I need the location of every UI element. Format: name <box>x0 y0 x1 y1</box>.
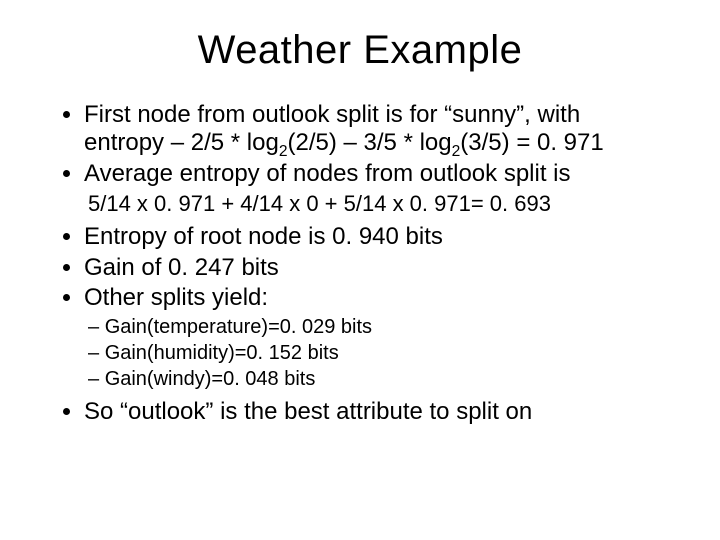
bullet-2: Average entropy of nodes from outlook sp… <box>84 160 660 188</box>
bullet-1-text-b: (2/5) – 3/5 * log <box>288 129 452 156</box>
bullet-4: Gain of 0. 247 bits <box>84 254 660 282</box>
bullet-list: First node from outlook split is for “su… <box>60 101 660 188</box>
bullet-3: Entropy of root node is 0. 940 bits <box>84 223 660 251</box>
bullet-6: So “outlook” is the best attribute to sp… <box>84 398 660 426</box>
sub-bullet-1: Gain(temperature)=0. 029 bits <box>88 314 660 340</box>
sub-bullet-list: Gain(temperature)=0. 029 bits Gain(humid… <box>88 314 660 392</box>
sub-bullet-3: Gain(windy)=0. 048 bits <box>88 366 660 392</box>
bullet-2-calc: 5/14 x 0. 971 + 4/14 x 0 + 5/14 x 0. 971… <box>88 190 660 218</box>
subscript-2: 2 <box>452 143 461 160</box>
bullet-list-2: Entropy of root node is 0. 940 bits Gain… <box>60 223 660 312</box>
bullet-1: First node from outlook split is for “su… <box>84 101 660 158</box>
slide-title: Weather Example <box>60 28 660 73</box>
sub-bullet-2: Gain(humidity)=0. 152 bits <box>88 340 660 366</box>
subscript-2: 2 <box>279 143 288 160</box>
bullet-1-text-c: (3/5) = 0. 971 <box>460 129 603 156</box>
bullet-list-3: So “outlook” is the best attribute to sp… <box>60 398 660 426</box>
bullet-5: Other splits yield: <box>84 284 660 312</box>
slide: Weather Example First node from outlook … <box>0 0 720 540</box>
